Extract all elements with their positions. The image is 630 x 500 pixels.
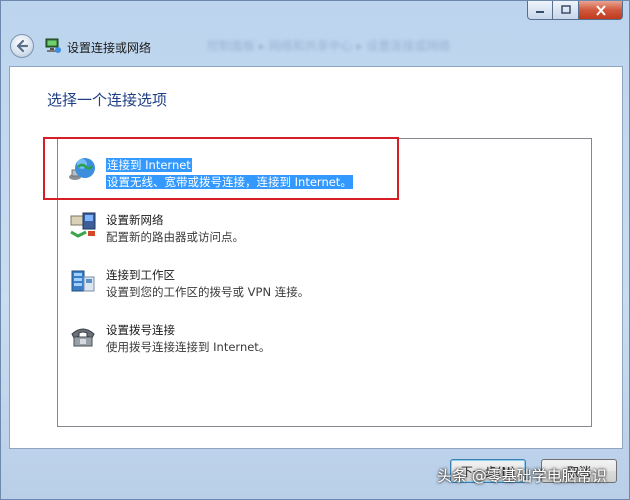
address-path-blurred: 控制面板 ▸ 网络和共享中心 ▸ 设置连接或网络 [207,39,451,53]
minimize-icon [536,11,544,13]
option-description: 设置到您的工作区的拨号或 VPN 连接。 [106,285,310,299]
option-connect-workplace[interactable]: 连接到工作区 设置到您的工作区的拨号或 VPN 连接。 [64,261,504,301]
watermark: 头条 @零基础学电脑常识 [437,467,607,485]
caption-buttons [527,1,623,20]
maximize-icon [560,5,571,14]
option-description: 设置无线、宽带或拨号连接，连接到 Internet。 [106,175,353,189]
minimize-button[interactable] [527,1,553,20]
option-description: 使用拨号连接连接到 Internet。 [106,340,271,354]
option-title: 设置新网络 [106,213,164,227]
globe-network-icon [69,158,95,180]
option-description: 配置新的路由器或访问点。 [106,230,244,244]
connection-options-list: 连接到 Internet 设置无线、宽带或拨号连接，连接到 Internet。 … [57,138,592,427]
maximize-button[interactable] [553,1,579,20]
dialog-window: 设置连接或网络 控制面板 ▸ 网络和共享中心 ▸ 设置连接或网络 选择一个连接选… [0,0,630,500]
router-icon [70,212,96,238]
back-button[interactable] [10,34,34,58]
option-title: 连接到工作区 [106,268,175,282]
option-new-network[interactable]: 设置新网络 配置新的路由器或访问点。 [64,206,504,246]
option-dialup[interactable]: 设置拨号连接 使用拨号连接连接到 Internet。 [64,316,504,356]
dialup-phone-icon [71,328,95,347]
network-setup-icon [45,38,61,53]
close-icon [595,4,606,16]
option-connect-internet[interactable]: 连接到 Internet 设置无线、宽带或拨号连接，连接到 Internet。 [64,151,504,191]
content-pane: 选择一个连接选项 连接到 Internet 设置无线、宽带或拨号连接，连接到 I… [9,66,623,449]
workplace-server-icon [71,270,95,292]
close-button[interactable] [579,1,623,20]
option-title: 连接到 Internet [106,158,192,172]
page-heading: 选择一个连接选项 [47,91,168,109]
window-title: 设置连接或网络 [67,41,152,55]
option-title: 设置拨号连接 [106,323,175,337]
back-arrow-icon [16,39,29,53]
